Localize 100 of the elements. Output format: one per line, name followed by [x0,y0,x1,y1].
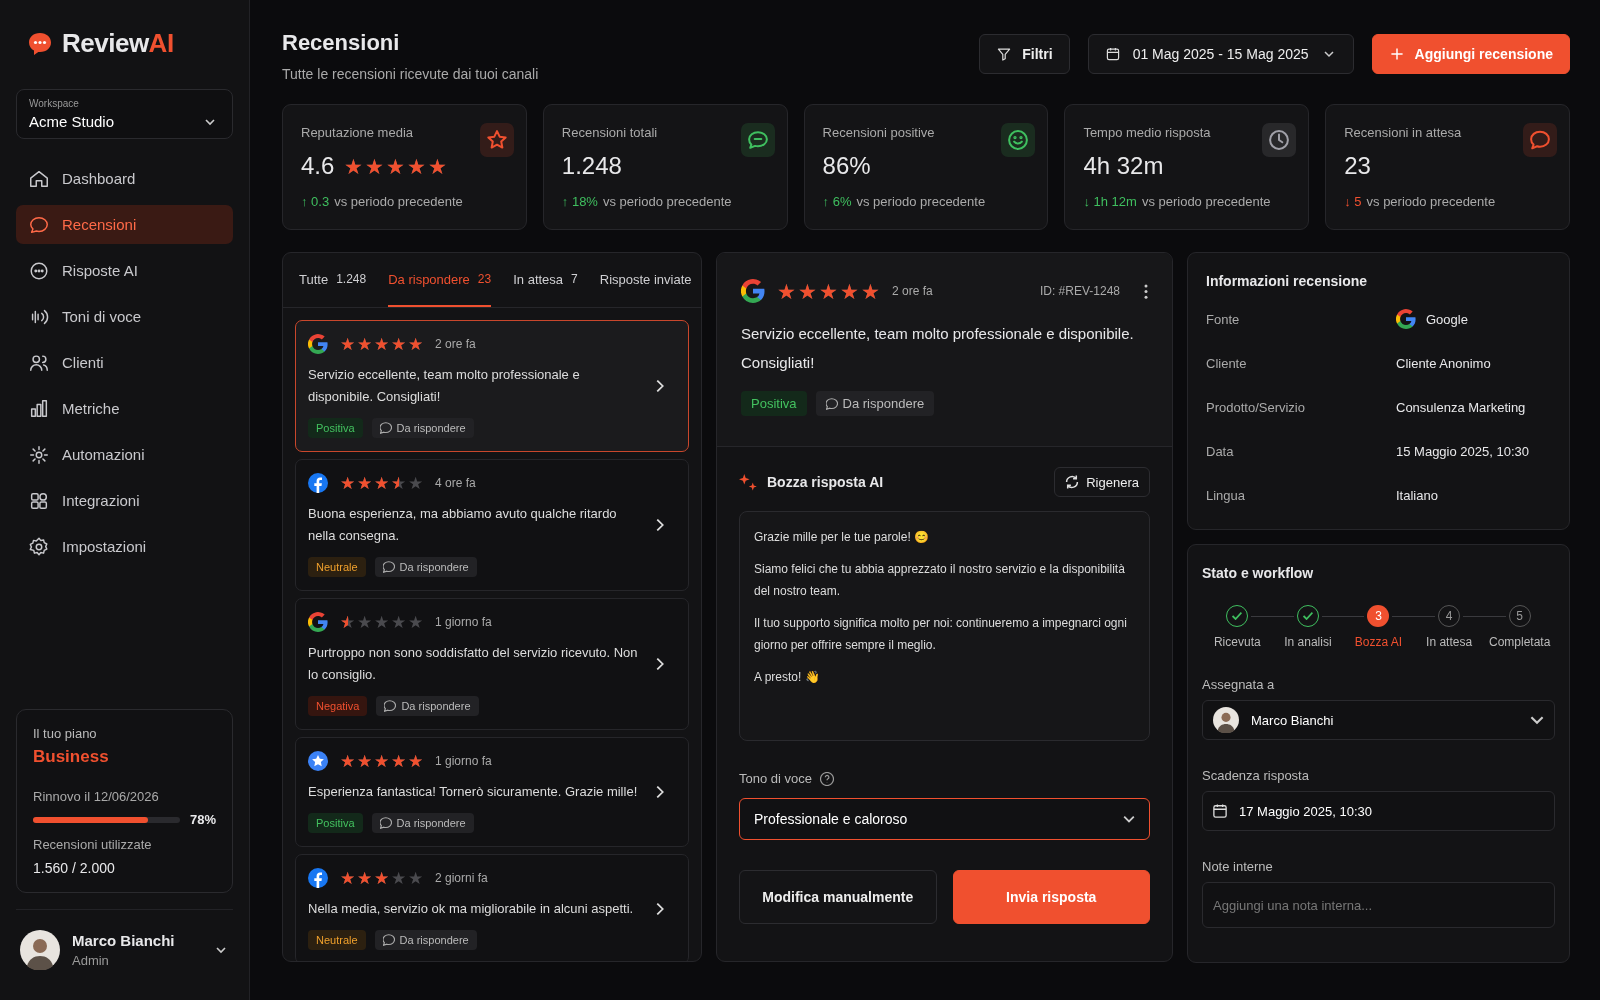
nav-item[interactable]: Metriche [16,389,233,428]
stat-label: Recensioni in attesa [1344,125,1463,140]
settings-icon [28,535,50,558]
stat-note: vs periodo precedente [602,194,732,209]
add-review-button[interactable]: Aggiungi recensione [1371,34,1570,74]
nav-item[interactable]: Integrazioni [16,481,233,520]
review-time: 1 giorno fa [435,754,492,768]
review-time: 2 ore fa [435,337,476,351]
chevron-right-icon [656,786,664,798]
star-rating: ★★★★★ [340,613,423,631]
edit-manually-button[interactable]: Modifica manualmente [739,870,937,924]
review-time: 2 giorni fa [435,871,488,885]
filter-tab[interactable]: Risposte inviate [599,253,692,307]
stat-value: 4.6 [301,152,335,180]
star-rating: ★★★★★ [340,752,423,770]
stat-change: ↑ 6% [822,194,852,209]
more-options-icon[interactable] [1144,283,1148,299]
stat-label: Reputazione media [301,125,415,140]
nav-item[interactable]: Clienti [16,343,233,382]
draft-paragraph: A presto! 👋 [754,669,821,686]
draft-paragraph: Il tuo supporto significa molto per noi: continueremo a impegnarci ogni giorno per offrire sempre il meglio. [754,615,1128,654]
brand-name: ReviewAI [62,28,174,59]
nav-item[interactable]: Impostazioni [16,527,233,566]
nav-item[interactable]: Automazioni [16,435,233,474]
filter-tab[interactable]: Tutte 1.248 [299,253,367,307]
regenerate-button[interactable]: Rigenera [1054,467,1150,497]
bar-chart-icon [28,397,50,420]
info-value: Google [1426,311,1468,327]
review-card[interactable]: ★★★★★ 1 giorno fa Purtroppo non sono soddisfatto del servizio ricevuto. Non lo consiglio. Negativa Da rispondere [295,598,689,730]
filter-tab[interactable]: Da rispondere 23 [388,253,492,307]
stat-note: vs periodo precedente [334,194,463,209]
tone-dropdown[interactable]: Professionale e caloroso [739,798,1150,840]
sentiment-tag: Negativa [308,696,368,716]
sentiment-tag: Neutrale [308,557,366,577]
stat-change: ↓ 5 [1344,194,1362,209]
review-text: Esperienza fantastica! Tornerò sicuramente. Grazie mille! [308,783,639,801]
info-value: 15 Maggio 2025, 10:30 [1396,443,1529,459]
review-card[interactable]: ★★★★★ 1 giorno fa Esperienza fantastica! Tornerò sicuramente. Grazie mille! Positiva Da rispondere [295,737,689,847]
status-text: Da rispondere [842,396,925,411]
status-text: Da rispondere [396,817,466,829]
review-text: Servizio eccellente, team molto professionale e disponibile. Consigliati! [308,366,581,406]
stat-value: 86% [822,152,871,180]
review-card[interactable]: ★★★★★ 4 ore fa Buona esperienza, ma abbiamo avuto qualche ritardo nella consegna. Neutrale Da rispondere [295,459,689,591]
draft-paragraph: Grazie mille per le tue parole! 😊 [754,529,931,546]
info-label: Cliente [1206,355,1248,371]
info-label: Fonte [1206,311,1241,327]
review-card[interactable]: ★★★★★ 2 ore fa Servizio eccellente, team molto professionale e disponibile. Consigliati! Positiva Da rispondere [295,320,689,452]
draft-reply-box[interactable] [739,511,1150,741]
review-time: 1 giorno fa [435,615,492,629]
check-icon [1232,612,1243,620]
info-label: Data [1206,443,1235,459]
sentiment-tag: Positiva [308,418,363,438]
check-icon [1302,612,1313,620]
step-label: Bozza AI [1354,635,1403,649]
stat-change: ↑ 0.3 [301,194,330,209]
stat-value: 4h 32m [1083,152,1164,180]
deadline-field[interactable]: 17 Maggio 2025, 10:30 [1202,791,1555,831]
notes-field[interactable]: Aggiungi una nota interna... [1202,882,1555,928]
stat-note: vs periodo precedente [856,194,986,209]
chat-bubble-icon [382,561,395,573]
assignee-dropdown[interactable]: Marco Bianchi [1202,700,1555,740]
status-text: Da rispondere [396,422,466,434]
review-time: 2 ore fa [892,284,933,298]
nav-item[interactable]: Recensioni [16,205,233,244]
sparkle-icon [739,473,757,491]
date-range-picker[interactable]: 01 Mag 2025 - 15 Mag 2025 [1087,34,1354,74]
nav-item[interactable]: Toni di voce [16,297,233,336]
review-time: 4 ore fa [435,476,476,490]
stat-change: ↓ 1h 12m [1083,194,1137,209]
filter-tab[interactable]: In attesa 7 [513,253,578,307]
stat-label: Tempo medio risposta [1083,125,1212,140]
review-text: Purtroppo non sono soddisfatto del servizio ricevuto. Non lo consiglio. [308,644,639,684]
filter-button[interactable]: Filtri [979,34,1070,74]
usage-label: Recensioni utilizzate [33,837,153,852]
plan-name: Business [33,747,110,767]
workspace-selector[interactable]: Workspace Acme Studio [16,89,233,139]
nav-item[interactable]: Risposte AI [16,251,233,290]
draft-title: Bozza risposta AI [767,474,885,490]
send-reply-button[interactable]: Invia risposta [952,870,1150,924]
stat-change: ↑ 18% [561,194,598,209]
deadline-label: Scadenza risposta [1202,768,1310,783]
nav-item[interactable]: Dashboard [16,159,233,198]
help-icon [820,771,834,786]
step-label: Ricevuta [1213,635,1261,649]
star-rating: ★★★★★ [340,869,423,887]
stat-label: Recensioni totali [561,125,659,140]
page-subtitle: Tutte le recensioni ricevute dai tuoi canali [282,66,539,82]
calendar-icon [1104,46,1121,62]
review-card[interactable]: ★★★★★ 2 giorni fa Nella media, servizio ok ma migliorabile in alcuni aspetti. Neutrale Da rispondere [295,854,689,961]
stat-note: vs periodo precedente [1366,194,1496,209]
gear-icon [28,443,50,466]
avatar [1213,707,1239,733]
step-indicator: 3 [1367,605,1390,627]
info-label: Prodotto/Servizio [1206,399,1306,415]
star-rating: ★★★★★ [340,474,423,492]
sentiment-tag: Positiva [741,391,807,416]
user-role: Admin [72,953,110,968]
step-label: In analisi [1284,635,1332,649]
info-value: Italiano [1396,487,1438,503]
funnel-icon [996,46,1013,62]
